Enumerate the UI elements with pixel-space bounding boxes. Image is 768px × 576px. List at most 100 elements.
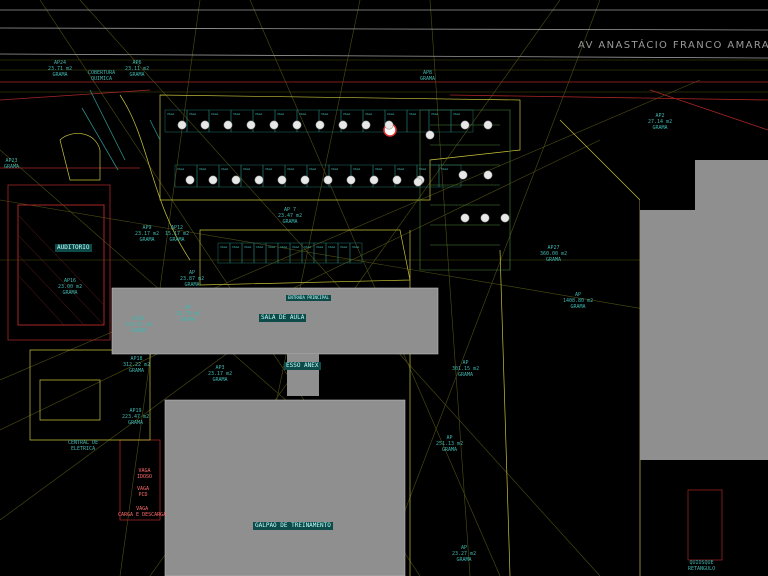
area-label-ap_big: AP 1408.80 m2 GRAMA	[563, 292, 594, 310]
area-label-ap23: AP23 GRAMA	[4, 158, 20, 170]
parking-spot-label: VAGA	[232, 245, 239, 249]
area-label-ap_c3: AP 23.27 m2 GRAMA	[452, 545, 477, 563]
sala-de-aula-label: SALA DE AULA	[259, 314, 307, 322]
quiosque-label: QUIOSQUE RETANGULO	[688, 560, 716, 572]
parking-spot-label: VAGA	[167, 112, 174, 116]
parking-spot-label: VAGA	[441, 167, 448, 171]
parking-spot-label: VAGA	[280, 245, 287, 249]
area-label-ap8: AP8 GRAMA	[420, 70, 436, 82]
parking-spot-label: VAGA	[409, 112, 416, 116]
cad-drawing[interactable]: VAGA VAGA VAGA VAGA VAGA VAGA VAGA VAGA VAGA VAGA…	[0, 0, 768, 576]
quiosque-block[interactable]	[687, 489, 723, 561]
tree-icon	[338, 120, 348, 130]
acesso-anexo-label: ESSO ANEX	[284, 362, 321, 370]
tree-icon	[480, 213, 490, 223]
tree-icon	[392, 175, 402, 185]
east-building-notch	[640, 160, 695, 210]
tree-icon	[200, 120, 210, 130]
galpao-block[interactable]	[164, 399, 406, 576]
parking-spot-label: VAGA	[177, 167, 184, 171]
parking-spot-label: VAGA	[268, 245, 275, 249]
parking-spot-label: VAGA	[309, 167, 316, 171]
parking-spot-label: VAGA	[304, 245, 311, 249]
area-label-ap_c1: AP 23.79 m2 GRAMA	[176, 305, 201, 323]
tree-icon	[177, 120, 187, 130]
tree-icon	[323, 175, 333, 185]
parking-spot-label: VAGA	[243, 167, 250, 171]
parking-spot-label: VAGA	[352, 245, 359, 249]
area-label-ap_mid: AP 7 23.47 m2 GRAMA	[278, 207, 303, 225]
parking-spot-label: VAGA	[255, 112, 262, 116]
tree-symbols	[177, 120, 510, 223]
tree-icon	[483, 120, 493, 130]
parking-spot-label: VAGA	[419, 167, 426, 171]
tree-icon	[277, 175, 287, 185]
tree-icon	[254, 175, 264, 185]
parking-spot-label: VAGA	[277, 112, 284, 116]
cyan-curbs	[81, 89, 161, 171]
parking-spot-label: VAGA	[299, 112, 306, 116]
tree-icon	[361, 120, 371, 130]
tree-icon	[384, 120, 394, 130]
tree-icon	[460, 213, 470, 223]
parking-spot-label: VAGA	[375, 167, 382, 171]
parking-spot-label: VAGA	[397, 167, 404, 171]
parking-spot-label: VAGA	[353, 167, 360, 171]
area-label-ap24: AP24 23.71 m2 GRAMA	[48, 60, 73, 78]
parking-spot-label: VAGA	[220, 245, 227, 249]
tree-icon	[458, 170, 468, 180]
parking-spot-label: VAGA	[221, 167, 228, 171]
tree-icon	[346, 175, 356, 185]
central-eletrica-label: CENTRAL DE ELETRICA	[68, 440, 99, 452]
parking-spot-label: VAGA	[287, 167, 294, 171]
tree-icon	[185, 175, 195, 185]
tree-icon	[425, 130, 435, 140]
area-label-ap_r1: AP3 23.17 m2 GRAMA	[208, 365, 233, 383]
area-label-ap_aud: AP16 23.00 m2 GRAMA	[58, 278, 83, 296]
area-label-ap_r2: AP 301.15 m2 GRAMA	[452, 360, 480, 378]
tree-icon	[300, 175, 310, 185]
tree-icon	[460, 120, 470, 130]
parking-spot-label: VAGA	[265, 167, 272, 171]
tree-icon	[231, 175, 241, 185]
tree-icon	[292, 120, 302, 130]
tree-icon	[315, 120, 325, 130]
parking-spot-label: VAGA	[211, 112, 218, 116]
parking-spot-label: VAGA	[365, 112, 372, 116]
parking-spot-label: VAGA	[343, 112, 350, 116]
parking-spot-label: VAGA	[328, 245, 335, 249]
parking-spot-label: VAGA	[431, 112, 438, 116]
area-label-ap_l1: AP18 312.22 m2 GRAMA	[123, 356, 151, 374]
tree-icon	[246, 120, 256, 130]
area-label-ap_l2: AP19 223.47 m2 GRAMA	[122, 408, 150, 426]
tree-icon	[208, 175, 218, 185]
parking-spot-label: VAGA	[331, 167, 338, 171]
auditorio-block[interactable]	[17, 204, 105, 326]
parking-spot-label: VAGA	[292, 245, 299, 249]
parking-spot-label: VAGA	[340, 245, 347, 249]
area-label-ap12: AP12 15.17 m2 GRAMA	[165, 225, 190, 243]
parking-spot-label: VAGA	[189, 112, 196, 116]
vaga-idoso-label: VAGA IDOSO	[137, 468, 153, 480]
parking-spot-label: VAGA	[244, 245, 251, 249]
parking-spot-label: VAGA	[453, 112, 460, 116]
area-label-ap_r3: AP 251.13 m2 GRAMA	[436, 435, 464, 453]
parking-spot-label: VAGA	[387, 112, 394, 116]
corridor-block[interactable]	[287, 354, 319, 396]
vaga-carga-label: VAGA CARGA E DESCARGA	[118, 506, 167, 518]
area-label-ap2: AP2 27.14 m2 GRAMA	[648, 113, 673, 131]
vaga-pcd-label: VAGA PCD	[137, 486, 150, 498]
parking-spot-label: VAGA	[199, 167, 206, 171]
auditorio-label: AUDITORIO	[55, 244, 92, 252]
tree-icon	[413, 177, 423, 187]
tree-icon	[500, 213, 510, 223]
area-label-ap6: AP6 23.11 m2 GRAMA	[125, 60, 150, 78]
area-label-ap27: AP27 360.00 m2 GRAMA	[540, 245, 568, 263]
tree-icon	[483, 170, 493, 180]
area-label-ap_c2: AP 23.87 m2 GRAMA	[180, 270, 205, 288]
entrada-label: ENTRADA PRINCIPAL	[286, 295, 331, 301]
parking-spot-label: VAGA	[321, 112, 328, 116]
galpao-label: GALPAO DE TREINAMENTO	[253, 522, 333, 530]
cad-canvas[interactable]: VAGA VAGA VAGA VAGA VAGA VAGA VAGA VAGA VAGA VAGA…	[0, 0, 768, 576]
parking-spot-label: VAGA	[233, 112, 240, 116]
